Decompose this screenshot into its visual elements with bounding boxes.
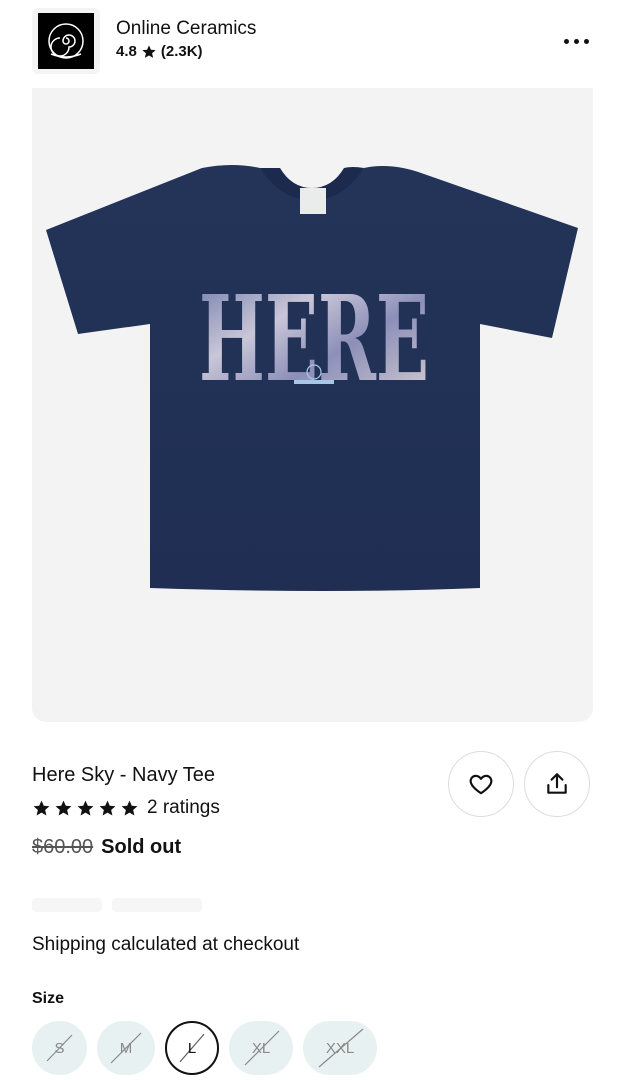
faded-placeholder-row bbox=[32, 898, 212, 916]
star-icon bbox=[33, 800, 50, 816]
more-dot bbox=[573, 38, 579, 44]
heart-icon bbox=[469, 774, 493, 795]
size-selector: S M L XL XXL bbox=[32, 1021, 377, 1075]
placeholder-bar bbox=[32, 898, 102, 912]
shop-header: Online Ceramics 4.8 (2.3K) bbox=[0, 0, 625, 82]
placeholder-bar bbox=[112, 898, 202, 912]
shop-rating: 4.8 (2.3K) bbox=[116, 43, 203, 60]
share-icon bbox=[547, 773, 567, 794]
original-price: $60.00 bbox=[32, 836, 94, 858]
more-options-button[interactable] bbox=[556, 26, 596, 56]
size-option-label: XL bbox=[251, 1039, 271, 1057]
size-option-label: XXL bbox=[325, 1039, 355, 1057]
shirt-graphic-text: HERE bbox=[199, 269, 429, 408]
size-option-label: S bbox=[54, 1039, 65, 1057]
size-option-m[interactable]: M bbox=[97, 1021, 155, 1075]
more-dot bbox=[583, 38, 589, 44]
size-option-label: M bbox=[119, 1039, 133, 1057]
star-icon bbox=[99, 800, 116, 816]
share-button[interactable] bbox=[524, 751, 590, 817]
price-row: $60.00 Sold out bbox=[32, 836, 181, 859]
favorite-button[interactable] bbox=[448, 751, 514, 817]
snail-logo-icon bbox=[48, 23, 84, 59]
star-icon bbox=[142, 44, 156, 58]
size-option-l[interactable]: L bbox=[165, 1021, 219, 1075]
shop-name[interactable]: Online Ceramics bbox=[116, 18, 256, 40]
shop-rating-value: 4.8 bbox=[116, 43, 137, 60]
product-title: Here Sky - Navy Tee bbox=[32, 764, 216, 786]
shop-logo-mark bbox=[38, 13, 94, 69]
shipping-note: Shipping calculated at checkout bbox=[32, 934, 300, 955]
more-horizontal-icon bbox=[563, 38, 569, 44]
size-option-xxl[interactable]: XXL bbox=[303, 1021, 377, 1075]
rating-stars bbox=[32, 799, 139, 818]
ratings-count: 2 ratings bbox=[147, 797, 220, 818]
star-icon bbox=[55, 800, 72, 816]
product-ratings[interactable]: 2 ratings bbox=[32, 797, 220, 819]
size-option-s[interactable]: S bbox=[32, 1021, 87, 1075]
tshirt-image: HERE bbox=[46, 165, 578, 591]
star-icon bbox=[77, 800, 94, 816]
shop-review-count: (2.3K) bbox=[160, 43, 203, 60]
product-image[interactable]: HERE bbox=[32, 88, 593, 722]
size-label: Size bbox=[32, 990, 65, 1007]
sold-out-label: Sold out bbox=[101, 836, 182, 858]
size-option-label: L bbox=[187, 1039, 197, 1057]
size-option-xl[interactable]: XL bbox=[229, 1021, 293, 1075]
star-icon bbox=[121, 800, 138, 816]
shop-logo[interactable] bbox=[32, 8, 100, 74]
